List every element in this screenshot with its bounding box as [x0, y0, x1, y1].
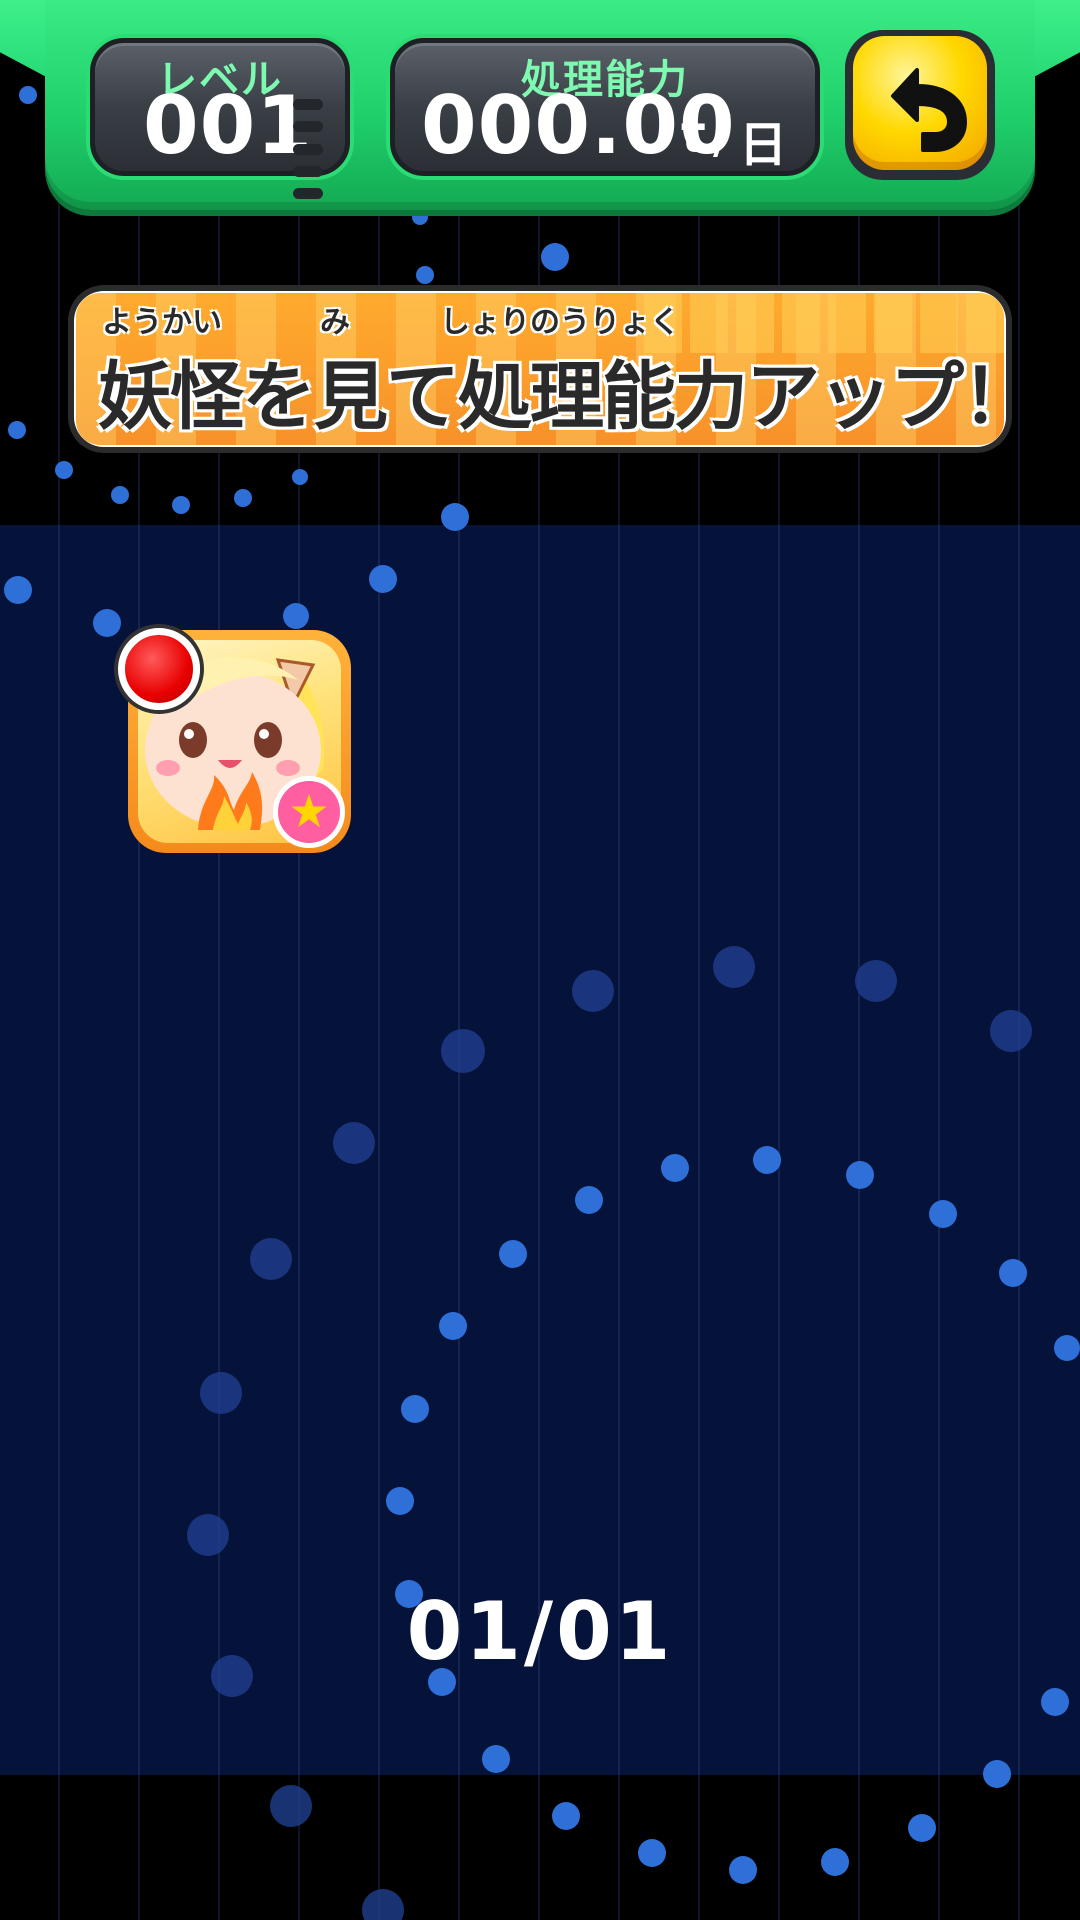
bubble-decoration [234, 489, 252, 507]
capacity-unit-t: t [681, 105, 706, 165]
game-screen: レベル 001 処理能力 000.00 t / 日 ようかい み しょりのうりょ… [0, 0, 1080, 1920]
bubble-decoration [821, 1848, 849, 1876]
bubble-decoration [908, 1814, 936, 1842]
bubble-decoration [575, 1186, 603, 1214]
back-arrow-icon [891, 68, 967, 152]
bubble-decoration [333, 1122, 375, 1164]
bubble-decoration [753, 1146, 781, 1174]
bubble-decoration [729, 1856, 757, 1884]
instruction-banner: ようかい み しょりのうりょく 妖怪を見て処理能力アップ！ [68, 285, 1036, 453]
bubble-decoration [999, 1259, 1027, 1287]
bubble-decoration [990, 1010, 1032, 1052]
bubble-decoration [552, 1802, 580, 1830]
bubble-decoration [8, 421, 26, 439]
bubble-decoration [270, 1785, 312, 1827]
bubble-decoration [55, 461, 73, 479]
capacity-unit-day: 日 [739, 117, 788, 173]
top-header: レベル 001 処理能力 000.00 t / 日 [0, 0, 1080, 215]
bubble-decoration [250, 1238, 292, 1280]
bubble-decoration [369, 565, 397, 593]
capacity-unit-separator: / [713, 105, 731, 165]
bubble-decoration [111, 486, 129, 504]
level-display: レベル 001 [90, 38, 350, 199]
banner-text: 妖怪を見て処理能力アップ！ [98, 354, 1036, 440]
bubble-decoration [172, 496, 190, 514]
bubble-decoration [416, 266, 434, 284]
bubble-decoration [855, 960, 897, 1002]
bubble-decoration [401, 1395, 429, 1423]
level-value: 001 [143, 79, 313, 172]
bubble-decoration [638, 1839, 666, 1867]
bubble-decoration [283, 603, 309, 629]
bubble-decoration [541, 243, 569, 271]
star-badge-icon: ★ [273, 776, 345, 848]
bubble-decoration [4, 576, 32, 604]
capacity-display: 処理能力 000.00 t / 日 [390, 38, 820, 176]
bubble-decoration [1041, 1688, 1069, 1716]
banner-ruby-mi: み [320, 305, 350, 340]
back-button[interactable] [845, 30, 995, 180]
bubble-decoration [846, 1161, 874, 1189]
bubble-decoration [93, 609, 121, 637]
bubble-decoration [499, 1240, 527, 1268]
bubble-decoration [386, 1487, 414, 1515]
bubble-decoration [439, 1312, 467, 1340]
bubble-decoration [292, 469, 308, 485]
bubble-decoration [572, 970, 614, 1012]
bubble-decoration [983, 1760, 1011, 1788]
bubble-decoration [441, 503, 469, 531]
bubble-decoration [661, 1154, 689, 1182]
banner-ruby-shori: しょりのうりょく [440, 305, 680, 340]
bubble-decoration [187, 1514, 229, 1556]
page-indicator: 01/01 [406, 1585, 674, 1678]
bubble-decoration [713, 946, 755, 988]
banner-ruby-youkai: ようかい [102, 305, 222, 340]
bubble-decoration [1054, 1335, 1080, 1361]
bubble-decoration [482, 1745, 510, 1773]
level-gauge-icon [293, 99, 323, 199]
bubble-decoration [929, 1200, 957, 1228]
bubble-decoration [200, 1372, 242, 1414]
bubble-decoration [441, 1029, 485, 1073]
new-marker-dot [118, 628, 200, 710]
